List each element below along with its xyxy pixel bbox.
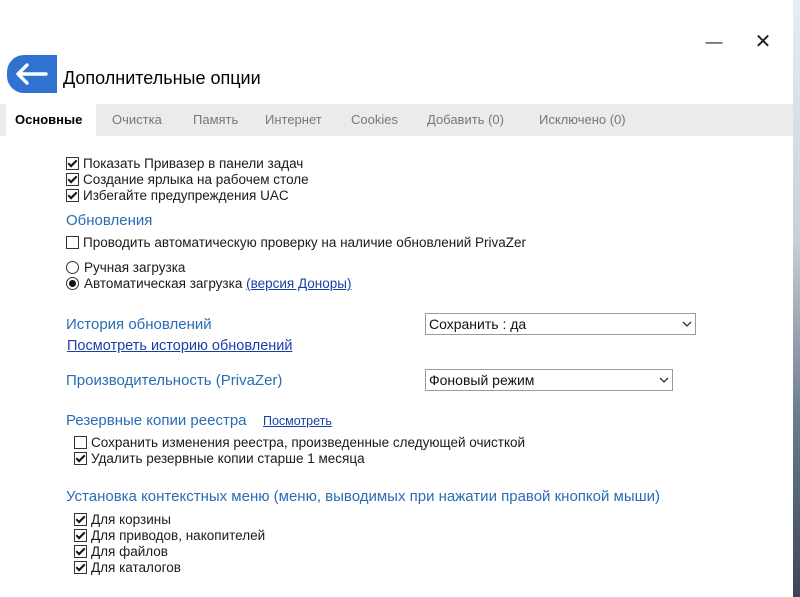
context-drives-label: Для приводов, накопителей <box>91 528 266 543</box>
chevron-down-icon <box>656 370 672 390</box>
desktop-shortcut-label: Создание ярлыка на рабочем столе <box>83 172 309 187</box>
checkbox-checked-icon <box>74 513 87 526</box>
manual-download-label: Ручная загрузка <box>84 260 186 275</box>
auto-download-label: Автоматическая загрузка <box>84 276 243 291</box>
auto-check-updates-label: Проводить автоматическую проверку на нал… <box>83 235 527 250</box>
checkbox-unchecked-icon <box>66 236 79 249</box>
desktop-shortcut-checkbox[interactable]: Создание ярлыка на рабочем столе <box>66 172 309 187</box>
delete-old-backups-label: Удалить резервные копии старше 1 месяца <box>91 451 365 466</box>
context-menu-section-title: Установка контекстных меню (меню, выводи… <box>66 488 661 505</box>
tab-memory[interactable]: Память <box>193 112 238 127</box>
auto-download-radio[interactable]: Автоматическая загрузка (версия Доноры) <box>66 276 351 291</box>
save-registry-changes-checkbox[interactable]: Сохранить изменения реестра, произведенн… <box>74 435 525 450</box>
show-taskbar-label: Показать Привазер в панели задач <box>83 156 304 171</box>
avoid-uac-checkbox[interactable]: Избегайте предупреждения UAC <box>66 188 289 203</box>
checkbox-checked-icon <box>74 529 87 542</box>
donors-version-link[interactable]: (версия Доноры) <box>246 276 351 291</box>
checkbox-checked-icon <box>66 189 79 202</box>
context-folders-checkbox[interactable]: Для каталогов <box>74 560 181 575</box>
tab-internet[interactable]: Интернет <box>265 112 322 127</box>
view-registry-backups-link[interactable]: Посмотреть <box>263 414 332 428</box>
back-button[interactable] <box>7 55 57 93</box>
checkbox-checked-icon <box>74 452 87 465</box>
view-update-history-link[interactable]: Посмотреть историю обновлений <box>67 338 292 354</box>
context-recycle-bin-label: Для корзины <box>91 512 171 527</box>
context-folders-label: Для каталогов <box>91 560 181 575</box>
tab-cookies[interactable]: Cookies <box>351 112 398 127</box>
minimize-icon[interactable]: — <box>699 33 729 51</box>
update-history-label: История обновлений <box>66 316 212 333</box>
options-window: — ✕ Дополнительные опции Основные Очистк… <box>0 0 793 597</box>
show-taskbar-checkbox[interactable]: Показать Привазер в панели задач <box>66 156 303 171</box>
context-recycle-bin-checkbox[interactable]: Для корзины <box>74 512 171 527</box>
tab-general[interactable]: Основные <box>15 112 82 127</box>
arrow-left-icon <box>16 63 48 85</box>
auto-check-updates-checkbox[interactable]: Проводить автоматическую проверку на нал… <box>66 235 526 250</box>
checkbox-checked-icon <box>66 173 79 186</box>
chevron-down-icon <box>679 314 695 334</box>
close-icon[interactable]: ✕ <box>748 32 778 52</box>
checkbox-checked-icon <box>74 545 87 558</box>
performance-label: Производительность (PrivaZer) <box>66 372 283 389</box>
radio-on-icon <box>66 277 79 290</box>
desktop-background <box>793 0 800 597</box>
checkbox-checked-icon <box>74 561 87 574</box>
checkbox-unchecked-icon <box>74 436 87 449</box>
tab-excluded[interactable]: Исключено (0) <box>539 112 626 127</box>
performance-select[interactable]: Фоновый режим <box>425 369 673 391</box>
context-files-label: Для файлов <box>91 544 168 559</box>
checkbox-checked-icon <box>66 157 79 170</box>
performance-value: Фоновый режим <box>429 372 535 388</box>
avoid-uac-label: Избегайте предупреждения UAC <box>83 188 289 203</box>
update-history-value: Сохранить : да <box>429 316 527 332</box>
page-title: Дополнительные опции <box>63 68 261 88</box>
registry-backups-title: Резервные копии реестра <box>66 412 247 429</box>
update-history-select[interactable]: Сохранить : да <box>425 313 696 335</box>
tab-cleanup[interactable]: Очистка <box>112 112 162 127</box>
save-registry-changes-label: Сохранить изменения реестра, произведенн… <box>91 435 526 450</box>
tab-add[interactable]: Добавить (0) <box>427 112 504 127</box>
context-drives-checkbox[interactable]: Для приводов, накопителей <box>74 528 265 543</box>
updates-section-title: Обновления <box>66 212 153 229</box>
manual-download-radio[interactable]: Ручная загрузка <box>66 260 185 275</box>
radio-off-icon <box>66 261 79 274</box>
delete-old-backups-checkbox[interactable]: Удалить резервные копии старше 1 месяца <box>74 451 365 466</box>
context-files-checkbox[interactable]: Для файлов <box>74 544 168 559</box>
